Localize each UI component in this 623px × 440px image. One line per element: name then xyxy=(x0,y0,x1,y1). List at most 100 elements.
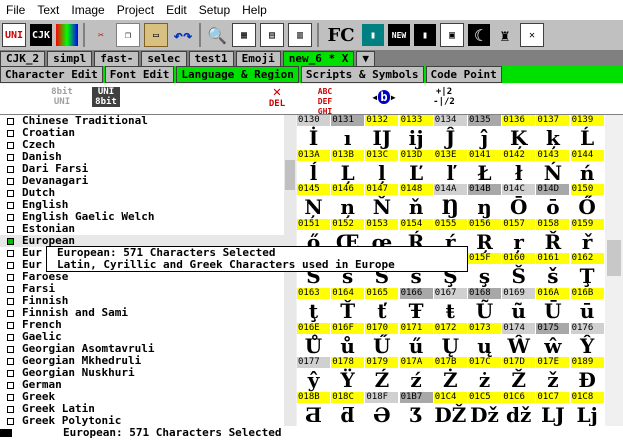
language-checkbox[interactable] xyxy=(7,297,14,305)
language-checkbox[interactable] xyxy=(7,189,14,197)
close-window-icon[interactable]: ✕ xyxy=(520,23,544,47)
character-cell[interactable]: 013D Ľ xyxy=(399,149,433,187)
character-cell[interactable]: 014A Ŋ xyxy=(433,184,467,222)
book-icon[interactable]: ▮ xyxy=(362,24,384,46)
character-cell[interactable]: 0137 ķ xyxy=(536,115,570,152)
character-cell[interactable]: 0173 ų xyxy=(468,322,501,360)
character-cell[interactable]: 013A ĺ xyxy=(297,149,330,187)
character-cell[interactable]: 01C7 Ǉ xyxy=(536,391,570,426)
language-checkbox[interactable] xyxy=(7,141,14,149)
character-cell[interactable]: 013B Ļ xyxy=(331,149,365,187)
language-checkbox[interactable] xyxy=(7,321,14,329)
character-cell[interactable]: 0133 ĳ xyxy=(399,115,433,152)
moon-icon[interactable]: ☾ xyxy=(468,24,490,46)
chess-icon[interactable]: ♜ xyxy=(494,24,516,46)
character-cell[interactable]: 0144 ń xyxy=(570,149,604,187)
language-checkbox[interactable] xyxy=(7,117,14,125)
character-cell[interactable]: 017B Ż xyxy=(433,357,467,395)
character-cell[interactable]: 016F ů xyxy=(331,322,365,360)
palette-icon[interactable] xyxy=(56,24,78,46)
character-cell[interactable]: 015F ş xyxy=(468,253,501,291)
character-cell[interactable]: 0141 Ł xyxy=(468,149,501,187)
menu-setup[interactable]: Setup xyxy=(193,3,236,17)
unicode-to-8bit-button[interactable]: UNI 8bit xyxy=(92,87,120,107)
character-cell[interactable]: 0178 Ÿ xyxy=(331,357,365,395)
8bit-to-unicode-button[interactable]: 8bit UNI xyxy=(48,87,76,107)
menu-text[interactable]: Text xyxy=(31,3,65,17)
character-cell[interactable]: 0147 Ň xyxy=(365,184,399,222)
delete-button[interactable]: ✕ DEL xyxy=(262,85,292,109)
character-cell[interactable]: 017E ž xyxy=(536,357,570,395)
character-cell[interactable]: 0171 ű xyxy=(399,322,433,360)
character-cell[interactable]: 0166 Ŧ xyxy=(399,288,433,325)
character-cell[interactable]: 0176 Ŷ xyxy=(570,322,604,360)
character-cell[interactable]: 018C ƌ xyxy=(331,391,365,426)
file-tab[interactable]: fast- xyxy=(94,51,140,66)
cut-icon[interactable]: ✂ xyxy=(90,24,112,46)
file-tab[interactable]: new_6 * X xyxy=(282,51,355,66)
language-checkbox[interactable] xyxy=(7,309,14,317)
main-tab[interactable]: Scripts & Symbols xyxy=(300,66,424,83)
main-tab[interactable]: Code Point xyxy=(425,66,502,83)
file-tab[interactable]: Emoji xyxy=(235,51,281,66)
character-cell[interactable]: 0157 ŗ xyxy=(502,218,536,256)
character-cell[interactable]: 0168 Ũ xyxy=(468,288,501,325)
character-cell[interactable]: 0160 Š xyxy=(502,253,536,291)
character-cell[interactable]: 014C Ō xyxy=(502,184,536,222)
character-cell[interactable]: 014D ō xyxy=(536,184,570,222)
character-cell[interactable]: 016B ū xyxy=(570,288,604,325)
character-cell[interactable]: 0189 Đ xyxy=(570,357,604,395)
character-cell[interactable]: 0164 Ť xyxy=(331,288,365,325)
fc-button[interactable]: FC xyxy=(324,24,358,46)
list-item[interactable]: Greek Polytonic xyxy=(0,415,296,426)
character-cell[interactable]: 0167 ŧ xyxy=(433,288,467,325)
character-cell[interactable]: 0143 Ń xyxy=(536,149,570,187)
language-checkbox[interactable] xyxy=(7,201,14,209)
character-cell[interactable]: 0135 ĵ xyxy=(468,115,501,152)
character-cell[interactable]: 0132 Ĳ xyxy=(365,115,399,152)
character-cell[interactable]: 0148 ň xyxy=(399,184,433,222)
character-cell[interactable]: 0169 ũ xyxy=(502,288,536,325)
file-tab[interactable]: CJK_2 xyxy=(0,51,46,66)
character-cell[interactable]: 0163 ţ xyxy=(297,288,330,325)
file-tab[interactable]: test1 xyxy=(188,51,234,66)
language-checkbox[interactable] xyxy=(7,417,14,425)
menu-edit[interactable]: Edit xyxy=(160,3,193,17)
character-cell[interactable]: 0134 Ĵ xyxy=(433,115,467,152)
list-view-icon[interactable]: ▤ xyxy=(260,23,284,47)
language-list-scroll-thumb[interactable] xyxy=(285,160,295,190)
file-tab[interactable]: simpl xyxy=(47,51,93,66)
tab-dropdown-icon[interactable]: ▼ xyxy=(356,51,375,66)
language-checkbox[interactable] xyxy=(7,177,14,185)
character-cell[interactable]: 0159 ř xyxy=(570,218,604,256)
character-cell[interactable]: 0175 ŵ xyxy=(536,322,570,360)
abc-button[interactable]: ABC DEF GHI xyxy=(313,87,337,117)
new-file-icon[interactable]: NEW xyxy=(388,24,410,46)
character-cell[interactable]: 017C ż xyxy=(468,357,501,395)
file-icon[interactable]: ▮ xyxy=(414,24,436,46)
grid-view-icon[interactable]: ▦ xyxy=(232,23,256,47)
language-checkbox[interactable] xyxy=(7,393,14,401)
character-cell[interactable]: 0165 ť xyxy=(365,288,399,325)
language-checkbox[interactable] xyxy=(7,357,14,365)
language-checkbox[interactable] xyxy=(7,273,14,281)
language-checkbox[interactable] xyxy=(7,369,14,377)
file-tab[interactable]: selec xyxy=(141,51,187,66)
menu-file[interactable]: File xyxy=(0,3,31,17)
boxes-icon[interactable]: ▣ xyxy=(440,23,464,47)
language-checkbox[interactable] xyxy=(7,345,14,353)
character-cell[interactable]: 0158 Ř xyxy=(536,218,570,256)
character-cell[interactable]: 018F Ə xyxy=(365,391,399,426)
character-cell[interactable]: 0170 Ű xyxy=(365,322,399,360)
language-checkbox[interactable] xyxy=(7,153,14,161)
main-tab[interactable]: Font Edit xyxy=(104,66,175,83)
language-checkbox[interactable] xyxy=(7,285,14,293)
language-checkbox[interactable] xyxy=(7,249,14,257)
character-cell[interactable]: 017A ź xyxy=(399,357,433,395)
character-cell[interactable]: 0172 Ų xyxy=(433,322,467,360)
character-cell[interactable]: 01C5 ǅ xyxy=(468,391,501,426)
character-cell[interactable]: 018B Ƌ xyxy=(297,391,330,426)
character-cell[interactable]: 0142 ł xyxy=(502,149,536,187)
paste-icon[interactable]: ▭ xyxy=(144,23,168,47)
character-cell[interactable]: 0150 Ő xyxy=(570,184,604,222)
